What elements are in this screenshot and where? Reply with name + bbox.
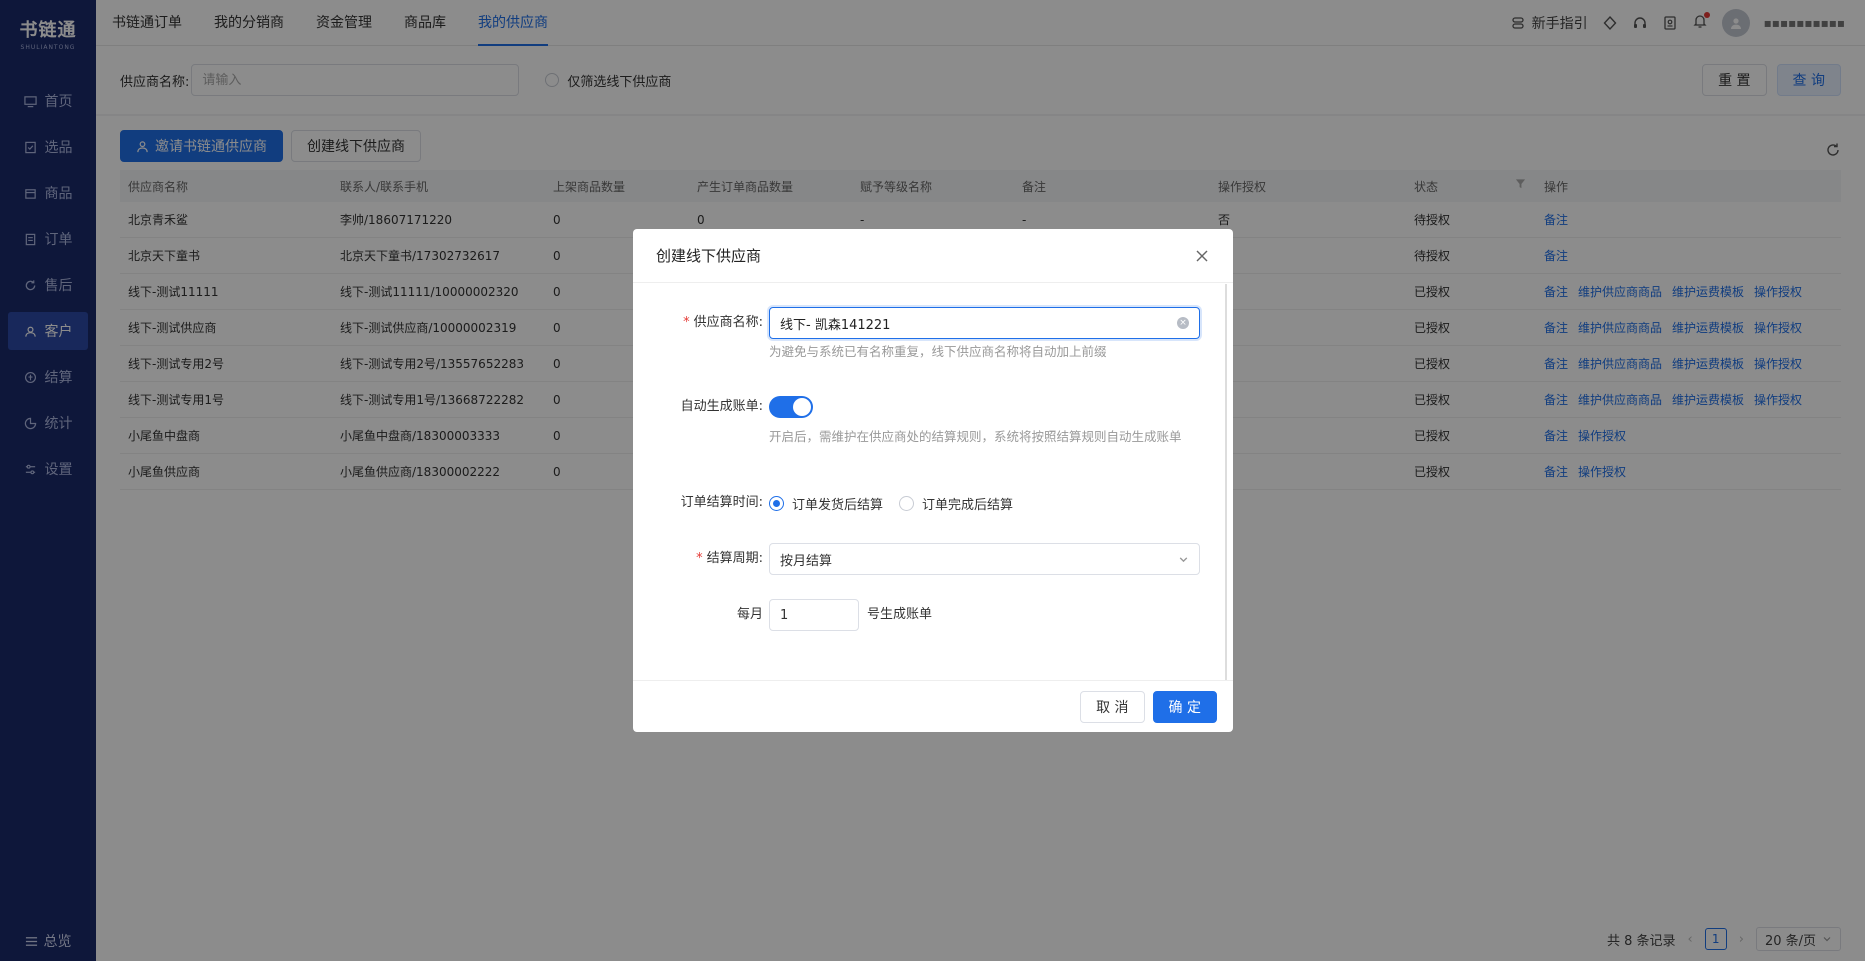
monthly-day-value: 1 (780, 607, 789, 623)
toggle-knob (793, 398, 811, 416)
settle-cycle-control: 按月结算 (769, 543, 1200, 575)
supplier-name-input[interactable]: 线下- 凯森141221 × (769, 307, 1200, 339)
required-mark: * (683, 315, 690, 330)
monthly-suffix: 号生成账单 (867, 607, 933, 622)
radio-unselected (899, 495, 915, 511)
settle-cycle-label-text: 结算周期: (706, 551, 763, 566)
radio-selected (769, 495, 784, 511)
settle-cycle-select[interactable]: 按月结算 (769, 543, 1200, 575)
radio-dot (773, 499, 780, 507)
dialog-body: * 供应商名称: 线下- 凯森141221 × 为避免与系统已有名称重复，线下供应… (633, 284, 1233, 680)
create-offline-supplier-dialog: 创建线下供应商 * 供应商名称: 线下- 凯森141221 × 为避免与系统已有名… (633, 229, 1233, 732)
auto-bill-row: 自动生成账单: 开启后，需维护在供应商处的结算规则，系统将按照结算规则自动生成账… (633, 391, 1233, 447)
monthly-prefix: 每月 (736, 607, 763, 622)
monthly-day-row: 每月 1 号生成账单 (633, 599, 1233, 631)
auto-bill-toggle[interactable] (769, 396, 813, 418)
settle-cycle-row: * 结算周期: 按月结算 (633, 543, 1233, 575)
clear-icon[interactable]: × (1177, 317, 1189, 329)
confirm-button[interactable]: 确 定 (1152, 690, 1217, 723)
settle-after-complete-radio[interactable]: 订单完成后结算 (899, 494, 1013, 513)
auto-bill-label: 自动生成账单: (680, 399, 763, 414)
settle-cycle-label: * 结算周期: (633, 543, 763, 575)
auto-bill-hint: 开启后，需维护在供应商处的结算规则，系统将按照结算规则自动生成账单 (769, 429, 1182, 444)
supplier-name-label: * 供应商名称: (633, 307, 763, 362)
settle-time-row: 订单结算时间: 订单发货后结算 订单完成后结算 (633, 487, 1233, 519)
supplier-name-label-text: 供应商名称: (693, 315, 763, 330)
radio-label: 订单完成后结算 (922, 497, 1014, 513)
supplier-name-value: 线下- 凯森141221 (780, 317, 891, 333)
supplier-name-control: 线下- 凯森141221 × 为避免与系统已有名称重复，线下供应商名称将自动加上… (769, 307, 1200, 362)
supplier-name-hint: 为避免与系统已有名称重复，线下供应商名称将自动加上前缀 (769, 344, 1107, 359)
settle-cycle-value: 按月结算 (780, 553, 833, 569)
settle-time-label: 订单结算时间: (680, 495, 763, 510)
settle-after-shipping-radio[interactable]: 订单发货后结算 (769, 494, 883, 513)
settle-time-radio-group: 订单发货后结算 订单完成后结算 (769, 487, 1013, 519)
monthly-day-input[interactable]: 1 (769, 599, 859, 631)
close-icon[interactable] (1194, 248, 1210, 264)
monthly-day-control: 1 号生成账单 (769, 599, 932, 631)
dialog-header: 创建线下供应商 (633, 229, 1233, 283)
cancel-button[interactable]: 取 消 (1080, 690, 1145, 723)
dialog-title: 创建线下供应商 (656, 247, 762, 265)
radio-label: 订单发货后结算 (792, 497, 884, 513)
chevron-down-icon (1179, 556, 1188, 562)
auto-bill-control: 开启后，需维护在供应商处的结算规则，系统将按照结算规则自动生成账单 (769, 391, 1199, 447)
dialog-footer: 取 消 确 定 (633, 680, 1233, 732)
required-mark: * (696, 551, 703, 566)
supplier-name-row: * 供应商名称: 线下- 凯森141221 × 为避免与系统已有名称重复，线下供应… (633, 307, 1233, 362)
